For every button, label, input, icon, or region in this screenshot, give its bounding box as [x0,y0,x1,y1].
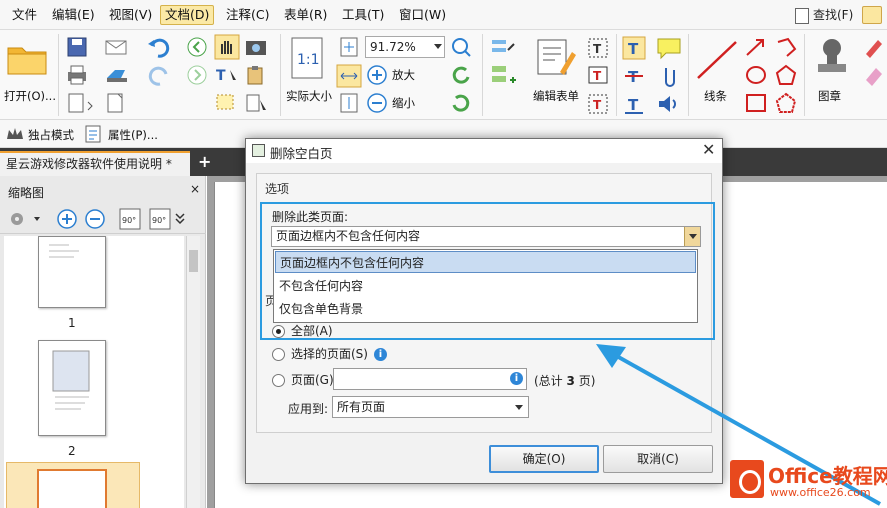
watermark-url: www.office26.com [770,486,871,499]
watermark: Office教程网 www.office26.com [720,456,887,508]
watermark-brand: Office教程网 [768,464,887,488]
annotation-arrow [596,344,881,506]
office-logo-icon [730,460,764,498]
